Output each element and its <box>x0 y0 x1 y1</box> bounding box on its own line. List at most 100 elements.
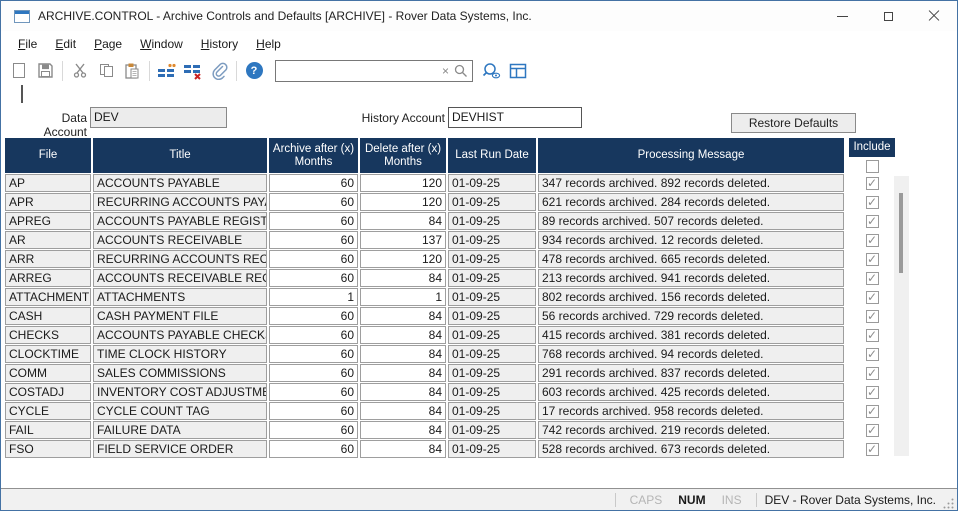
resize-grip-icon[interactable] <box>942 497 955 510</box>
col-header-title: Title <box>93 138 267 173</box>
menu-history[interactable]: History <box>192 34 247 54</box>
cell-processing-message: 415 records archived. 381 records delete… <box>538 326 844 344</box>
cell-processing-message: 478 records archived. 665 records delete… <box>538 250 844 268</box>
include-checkbox[interactable]: ✓ <box>866 386 879 399</box>
toolbar-separator <box>236 61 237 81</box>
include-checkbox[interactable]: ✓ <box>866 196 879 209</box>
copy-button[interactable] <box>93 59 119 83</box>
cell-archive-months[interactable]: 60 <box>269 440 358 458</box>
save-button[interactable] <box>32 59 58 83</box>
cell-archive-months[interactable]: 60 <box>269 193 358 211</box>
maximize-icon <box>884 12 893 21</box>
paste-button[interactable] <box>119 59 145 83</box>
cell-delete-months[interactable]: 84 <box>360 421 446 439</box>
include-select-all-checkbox[interactable] <box>866 160 879 173</box>
cell-include: ✓ <box>849 269 895 287</box>
cell-delete-months[interactable]: 137 <box>360 231 446 249</box>
col-header-include-wrap: Include <box>849 138 895 173</box>
new-document-icon <box>13 63 25 78</box>
cell-delete-months[interactable]: 84 <box>360 326 446 344</box>
delete-row-button[interactable] <box>180 59 206 83</box>
cell-delete-months[interactable]: 84 <box>360 269 446 287</box>
attach-icon <box>210 62 228 80</box>
cell-include: ✓ <box>849 231 895 249</box>
include-checkbox[interactable]: ✓ <box>866 215 879 228</box>
help-button[interactable]: ? <box>241 59 267 83</box>
lookup-button[interactable] <box>479 59 505 83</box>
new-button[interactable] <box>6 59 32 83</box>
cell-delete-months[interactable]: 120 <box>360 174 446 192</box>
include-checkbox[interactable]: ✓ <box>866 234 879 247</box>
cell-last-run-date: 01-09-25 <box>448 345 536 363</box>
include-checkbox[interactable]: ✓ <box>866 367 879 380</box>
cell-delete-months[interactable]: 1 <box>360 288 446 306</box>
cell-delete-months[interactable]: 84 <box>360 307 446 325</box>
cell-include: ✓ <box>849 326 895 344</box>
cell-archive-months[interactable]: 60 <box>269 383 358 401</box>
cell-archive-months[interactable]: 60 <box>269 326 358 344</box>
cell-delete-months[interactable]: 120 <box>360 193 446 211</box>
include-checkbox[interactable]: ✓ <box>866 348 879 361</box>
cell-archive-months[interactable]: 60 <box>269 402 358 420</box>
menu-help[interactable]: Help <box>247 34 290 54</box>
archive-table: File Title Archive after (x) Months Dele… <box>5 138 895 459</box>
include-checkbox[interactable]: ✓ <box>866 329 879 342</box>
cell-archive-months[interactable]: 60 <box>269 421 358 439</box>
close-button[interactable] <box>911 1 957 31</box>
include-checkbox[interactable]: ✓ <box>866 310 879 323</box>
search-icon[interactable] <box>453 63 469 79</box>
include-checkbox[interactable]: ✓ <box>866 443 879 456</box>
account-context-text: DEV - Rover Data Systems, Inc. <box>765 493 936 507</box>
cell-delete-months[interactable]: 84 <box>360 383 446 401</box>
cell-archive-months[interactable]: 60 <box>269 231 358 249</box>
cell-archive-months[interactable]: 60 <box>269 345 358 363</box>
cell-archive-months[interactable]: 60 <box>269 250 358 268</box>
cell-delete-months[interactable]: 84 <box>360 364 446 382</box>
cell-archive-months[interactable]: 60 <box>269 174 358 192</box>
history-account-field[interactable]: DEVHIST <box>448 107 582 128</box>
include-checkbox[interactable]: ✓ <box>866 253 879 266</box>
table-row: COSTADJ INVENTORY COST ADJUSTMENTS 60 84… <box>5 383 895 401</box>
vertical-scrollbar-track[interactable] <box>894 176 909 456</box>
menu-window[interactable]: Window <box>131 34 192 54</box>
cell-file: APR <box>5 193 91 211</box>
search-input[interactable] <box>276 62 438 80</box>
cell-delete-months[interactable]: 84 <box>360 212 446 230</box>
cell-delete-months[interactable]: 120 <box>360 250 446 268</box>
maximize-button[interactable] <box>865 1 911 31</box>
minimize-button[interactable] <box>819 1 865 31</box>
cell-delete-months[interactable]: 84 <box>360 345 446 363</box>
table-row: CYCLE CYCLE COUNT TAG 60 84 01-09-25 17 … <box>5 402 895 420</box>
include-checkbox[interactable]: ✓ <box>866 177 879 190</box>
menu-page[interactable]: Page <box>85 34 131 54</box>
include-checkbox[interactable]: ✓ <box>866 405 879 418</box>
cell-last-run-date: 01-09-25 <box>448 402 536 420</box>
cut-button[interactable] <box>67 59 93 83</box>
restore-defaults-button[interactable]: Restore Defaults <box>731 113 856 133</box>
cell-delete-months[interactable]: 84 <box>360 440 446 458</box>
clear-search-icon[interactable]: × <box>438 64 453 78</box>
attach-button[interactable] <box>206 59 232 83</box>
vertical-scrollbar-thumb[interactable] <box>899 193 903 273</box>
cell-processing-message: 934 records archived. 12 records deleted… <box>538 231 844 249</box>
cell-last-run-date: 01-09-25 <box>448 307 536 325</box>
cell-archive-months[interactable]: 60 <box>269 364 358 382</box>
cell-file: CLOCKTIME <box>5 345 91 363</box>
table-row: AP ACCOUNTS PAYABLE 60 120 01-09-25 347 … <box>5 174 895 192</box>
insert-row-button[interactable] <box>154 59 180 83</box>
cell-title: RECURRING ACCOUNTS RECEIVAB <box>93 250 267 268</box>
menu-file[interactable]: File <box>9 34 46 54</box>
cell-archive-months[interactable]: 60 <box>269 307 358 325</box>
cell-archive-months[interactable]: 60 <box>269 269 358 287</box>
cell-title: SALES COMMISSIONS <box>93 364 267 382</box>
include-checkbox[interactable]: ✓ <box>866 291 879 304</box>
layout-button[interactable] <box>505 59 531 83</box>
cell-archive-months[interactable]: 60 <box>269 212 358 230</box>
include-checkbox[interactable]: ✓ <box>866 272 879 285</box>
cell-delete-months[interactable]: 84 <box>360 402 446 420</box>
insert-row-icon <box>157 62 177 80</box>
menu-edit[interactable]: Edit <box>46 34 85 54</box>
include-checkbox[interactable]: ✓ <box>866 424 879 437</box>
col-header-message: Processing Message <box>538 138 844 173</box>
cell-archive-months[interactable]: 1 <box>269 288 358 306</box>
